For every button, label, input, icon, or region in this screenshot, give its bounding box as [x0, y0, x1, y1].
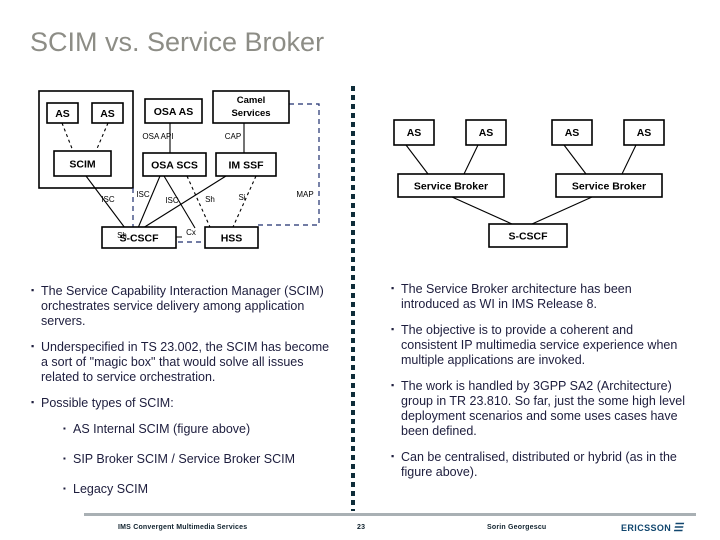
edge-broker2-scscf — [531, 196, 593, 225]
node-scim: SCIM — [53, 150, 112, 177]
node-camel-services: Camel Services — [212, 90, 290, 124]
diagram-service-broker-architecture: AS AS AS AS Service Broker Service Broke… — [393, 119, 665, 248]
node-hss: HSS — [204, 226, 259, 249]
iface-isc-1: ISC — [101, 195, 115, 204]
svg-text:Services: Services — [231, 108, 270, 119]
svg-text:AS: AS — [637, 127, 652, 139]
iface-sh-top: Sh — [205, 195, 215, 204]
bullet-item: The Service Broker architecture has been… — [390, 281, 685, 312]
svg-text:Camel: Camel — [237, 95, 266, 106]
footer-divider — [84, 513, 696, 516]
svg-text:OSA AS: OSA AS — [154, 106, 193, 118]
ericsson-wordmark: ERICSSON — [621, 523, 672, 533]
iface-map: MAP — [296, 190, 313, 199]
svg-text:IM SSF: IM SSF — [228, 160, 264, 172]
node-as-1: AS — [393, 119, 435, 146]
svg-text:OSA SCS: OSA SCS — [151, 160, 198, 172]
node-osa-as: OSA AS — [144, 98, 203, 124]
edge-as4-broker2 — [621, 144, 637, 175]
svg-text:S-CSCF: S-CSCF — [508, 231, 548, 243]
iface-cap: CAP — [225, 132, 241, 141]
bullet-item: The objective is to provide a coherent a… — [390, 322, 685, 368]
iface-sh-left: Sh — [117, 231, 127, 240]
footer-subject: IMS Convergent Multimedia Services — [118, 524, 248, 531]
bullet-item: Legacy SCIM — [30, 481, 335, 497]
iface-isc-2: ISC — [136, 190, 150, 199]
node-s-cscf: S-CSCF — [101, 226, 177, 249]
column-divider — [351, 86, 355, 511]
svg-text:SCIM: SCIM — [69, 159, 96, 171]
bullets-left-column: The Service Capability Interaction Manag… — [30, 283, 335, 512]
ericsson-mark-icon: ☰ — [672, 522, 686, 534]
node-s-cscf: S-CSCF — [488, 223, 568, 248]
ericsson-logo: ERICSSON ☰ — [621, 521, 686, 534]
node-as-2: AS — [465, 119, 507, 146]
slide-canvas: SCIM vs. Service Broker AS AS SCIM OSA A… — [0, 0, 720, 540]
svg-text:HSS: HSS — [221, 233, 243, 245]
iface-cx: Cx — [186, 228, 196, 237]
edge-as1-scim — [61, 122, 74, 152]
bullet-item: Possible types of SCIM: — [30, 395, 335, 411]
svg-text:Service Broker: Service Broker — [572, 181, 646, 193]
node-service-broker-1: Service Broker — [397, 173, 505, 198]
svg-text:AS: AS — [479, 127, 494, 139]
bullet-item: The work is handled by 3GPP SA2 (Archite… — [390, 378, 685, 439]
edge-osascs-scscf — [137, 175, 161, 229]
node-osa-scs: OSA SCS — [142, 152, 207, 177]
iface-si: Si — [238, 193, 245, 202]
svg-text:AS: AS — [565, 127, 580, 139]
node-as-4: AS — [623, 119, 665, 146]
footer-page-number: 23 — [357, 524, 366, 531]
svg-text:AS: AS — [407, 127, 422, 139]
node-as-1: AS — [46, 102, 79, 124]
iface-isc-3: ISC — [165, 196, 179, 205]
edge-as1-broker1 — [405, 144, 429, 175]
bullet-item: AS Internal SCIM (figure above) — [30, 421, 335, 437]
iface-osa-api: OSA API — [142, 132, 173, 141]
svg-text:AS: AS — [100, 108, 115, 120]
svg-text:AS: AS — [55, 108, 70, 120]
footer-author: Sorin Georgescu — [487, 524, 547, 531]
bullet-item: Underspecified in TS 23.002, the SCIM ha… — [30, 339, 335, 385]
page-title: SCIM vs. Service Broker — [30, 27, 325, 57]
svg-text:Service Broker: Service Broker — [414, 181, 488, 193]
diagram-scim-architecture: AS AS SCIM OSA AS Camel Services OSA SCS… — [38, 90, 320, 249]
bullet-item: The Service Capability Interaction Manag… — [30, 283, 335, 329]
node-as-3: AS — [551, 119, 593, 146]
bullet-item: Can be centralised, distributed or hybri… — [390, 449, 685, 480]
bullets-right-column: The Service Broker architecture has been… — [390, 281, 685, 491]
edge-as3-broker2 — [563, 144, 587, 175]
node-service-broker-2: Service Broker — [555, 173, 663, 198]
bullet-item: SIP Broker SCIM / Service Broker SCIM — [30, 451, 335, 467]
edge-as2-broker1 — [463, 144, 479, 175]
node-im-ssf: IM SSF — [215, 152, 277, 177]
edge-as2-scim — [95, 122, 109, 152]
node-as-2: AS — [91, 102, 124, 124]
edge-broker1-scscf — [451, 196, 513, 225]
